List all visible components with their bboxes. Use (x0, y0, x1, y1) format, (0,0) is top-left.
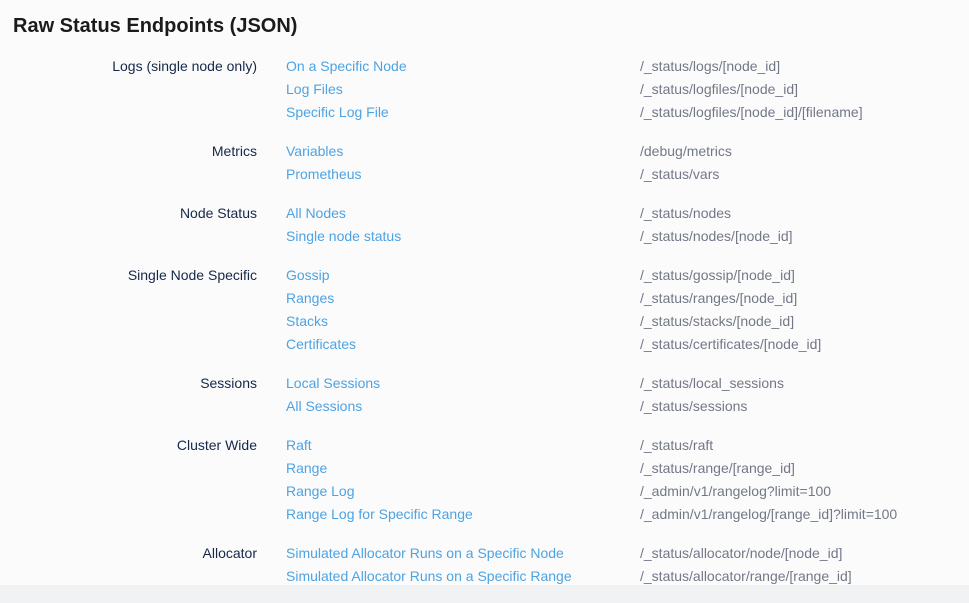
endpoint-link[interactable]: Range (286, 460, 327, 476)
endpoint-link-cell: Gossip (257, 264, 640, 287)
endpoint-link[interactable]: Raft (286, 437, 312, 453)
endpoint-row: Logs (single node only) On a Specific No… (0, 55, 969, 78)
endpoint-section: Node Status All Nodes /_status/nodes Sin… (0, 202, 969, 248)
endpoint-link-cell: On a Specific Node (257, 55, 640, 78)
endpoint-link[interactable]: Range Log for Specific Range (286, 506, 473, 522)
endpoint-link-cell: Range Log for Specific Range (257, 503, 640, 526)
endpoint-link[interactable]: Gossip (286, 267, 330, 283)
endpoint-url: /_status/ranges/[node_id] (640, 287, 969, 309)
endpoint-url: /_status/raft (640, 434, 969, 456)
endpoint-url: /_status/logfiles/[node_id]/[filename] (640, 101, 969, 123)
endpoint-row: Metrics Variables /debug/metrics (0, 140, 969, 163)
endpoint-link-cell: Range (257, 457, 640, 480)
endpoint-link-cell: Single node status (257, 225, 640, 248)
section-category-label: Allocator (0, 542, 257, 564)
section-category-label: Metrics (0, 140, 257, 162)
endpoint-row: Range /_status/range/[range_id] (0, 457, 969, 480)
endpoint-url: /_status/allocator/node/[node_id] (640, 542, 969, 564)
endpoint-link[interactable]: All Nodes (286, 205, 346, 221)
endpoint-url: /_status/gossip/[node_id] (640, 264, 969, 286)
endpoint-row: Specific Log File /_status/logfiles/[nod… (0, 101, 969, 124)
endpoint-section: Metrics Variables /debug/metrics Prometh… (0, 140, 969, 186)
endpoint-row: Cluster Wide Raft /_status/raft (0, 434, 969, 457)
endpoint-url: /_status/stacks/[node_id] (640, 310, 969, 332)
endpoint-section: Sessions Local Sessions /_status/local_s… (0, 372, 969, 418)
endpoint-link[interactable]: Specific Log File (286, 104, 389, 120)
endpoint-row: Node Status All Nodes /_status/nodes (0, 202, 969, 225)
endpoint-link[interactable]: Range Log (286, 483, 355, 499)
endpoint-link[interactable]: Local Sessions (286, 375, 380, 391)
endpoint-url: /_status/certificates/[node_id] (640, 333, 969, 355)
debug-page: Raw Status Endpoints (JSON) Logs (single… (0, 0, 969, 603)
endpoint-url: /_status/vars (640, 163, 969, 185)
endpoint-link-cell: Raft (257, 434, 640, 457)
endpoint-row: Single Node Specific Gossip /_status/gos… (0, 264, 969, 287)
endpoint-section: Single Node Specific Gossip /_status/gos… (0, 264, 969, 356)
endpoint-sections: Logs (single node only) On a Specific No… (0, 55, 969, 588)
endpoint-link-cell: Prometheus (257, 163, 640, 186)
endpoint-url: /_status/logs/[node_id] (640, 55, 969, 77)
endpoint-link[interactable]: Stacks (286, 313, 328, 329)
endpoint-url: /_status/sessions (640, 395, 969, 417)
section-category-label: Node Status (0, 202, 257, 224)
endpoint-link-cell: Range Log (257, 480, 640, 503)
page-title: Raw Status Endpoints (JSON) (13, 13, 969, 39)
endpoint-link[interactable]: Ranges (286, 290, 334, 306)
endpoint-link-cell: Local Sessions (257, 372, 640, 395)
endpoint-row: Range Log /_admin/v1/rangelog?limit=100 (0, 480, 969, 503)
endpoint-link[interactable]: Variables (286, 143, 343, 159)
endpoint-link-cell: Specific Log File (257, 101, 640, 124)
endpoint-link[interactable]: Single node status (286, 228, 401, 244)
endpoint-link-cell: Stacks (257, 310, 640, 333)
section-category-label: Single Node Specific (0, 264, 257, 286)
endpoint-link[interactable]: Log Files (286, 81, 343, 97)
endpoint-row: Certificates /_status/certificates/[node… (0, 333, 969, 356)
section-category-label: Sessions (0, 372, 257, 394)
endpoint-section: Allocator Simulated Allocator Runs on a … (0, 542, 969, 588)
endpoint-row: Allocator Simulated Allocator Runs on a … (0, 542, 969, 565)
content-area: Raw Status Endpoints (JSON) Logs (single… (0, 0, 969, 585)
endpoint-url: /_admin/v1/rangelog/[range_id]?limit=100 (640, 503, 969, 525)
endpoint-url: /_status/local_sessions (640, 372, 969, 394)
endpoint-row: Sessions Local Sessions /_status/local_s… (0, 372, 969, 395)
endpoint-url: /_status/range/[range_id] (640, 457, 969, 479)
endpoint-link-cell: Variables (257, 140, 640, 163)
endpoint-row: Log Files /_status/logfiles/[node_id] (0, 78, 969, 101)
endpoint-url: /_status/nodes/[node_id] (640, 225, 969, 247)
endpoint-row: Prometheus /_status/vars (0, 163, 969, 186)
endpoint-section: Logs (single node only) On a Specific No… (0, 55, 969, 124)
endpoint-url: /debug/metrics (640, 140, 969, 162)
endpoint-link-cell: All Nodes (257, 202, 640, 225)
endpoint-url: /_admin/v1/rangelog?limit=100 (640, 480, 969, 502)
endpoint-url: /_status/allocator/range/[range_id] (640, 565, 969, 587)
endpoint-link-cell: Simulated Allocator Runs on a Specific R… (257, 565, 640, 588)
endpoint-link-cell: Ranges (257, 287, 640, 310)
endpoint-row: Range Log for Specific Range /_admin/v1/… (0, 503, 969, 526)
endpoint-link-cell: All Sessions (257, 395, 640, 418)
endpoint-link[interactable]: Simulated Allocator Runs on a Specific R… (286, 568, 572, 584)
endpoint-link-cell: Simulated Allocator Runs on a Specific N… (257, 542, 640, 565)
endpoint-row: Single node status /_status/nodes/[node_… (0, 225, 969, 248)
section-category-label: Cluster Wide (0, 434, 257, 456)
endpoint-link-cell: Certificates (257, 333, 640, 356)
endpoint-link[interactable]: Prometheus (286, 166, 361, 182)
endpoint-link[interactable]: On a Specific Node (286, 58, 407, 74)
endpoint-row: Ranges /_status/ranges/[node_id] (0, 287, 969, 310)
endpoint-link[interactable]: Simulated Allocator Runs on a Specific N… (286, 545, 564, 561)
endpoint-url: /_status/nodes (640, 202, 969, 224)
endpoint-row: All Sessions /_status/sessions (0, 395, 969, 418)
endpoint-row: Stacks /_status/stacks/[node_id] (0, 310, 969, 333)
endpoint-url: /_status/logfiles/[node_id] (640, 78, 969, 100)
section-category-label: Logs (single node only) (0, 55, 257, 77)
endpoint-link-cell: Log Files (257, 78, 640, 101)
endpoint-link[interactable]: All Sessions (286, 398, 362, 414)
endpoint-link[interactable]: Certificates (286, 336, 356, 352)
endpoint-section: Cluster Wide Raft /_status/raft Range /_… (0, 434, 969, 526)
